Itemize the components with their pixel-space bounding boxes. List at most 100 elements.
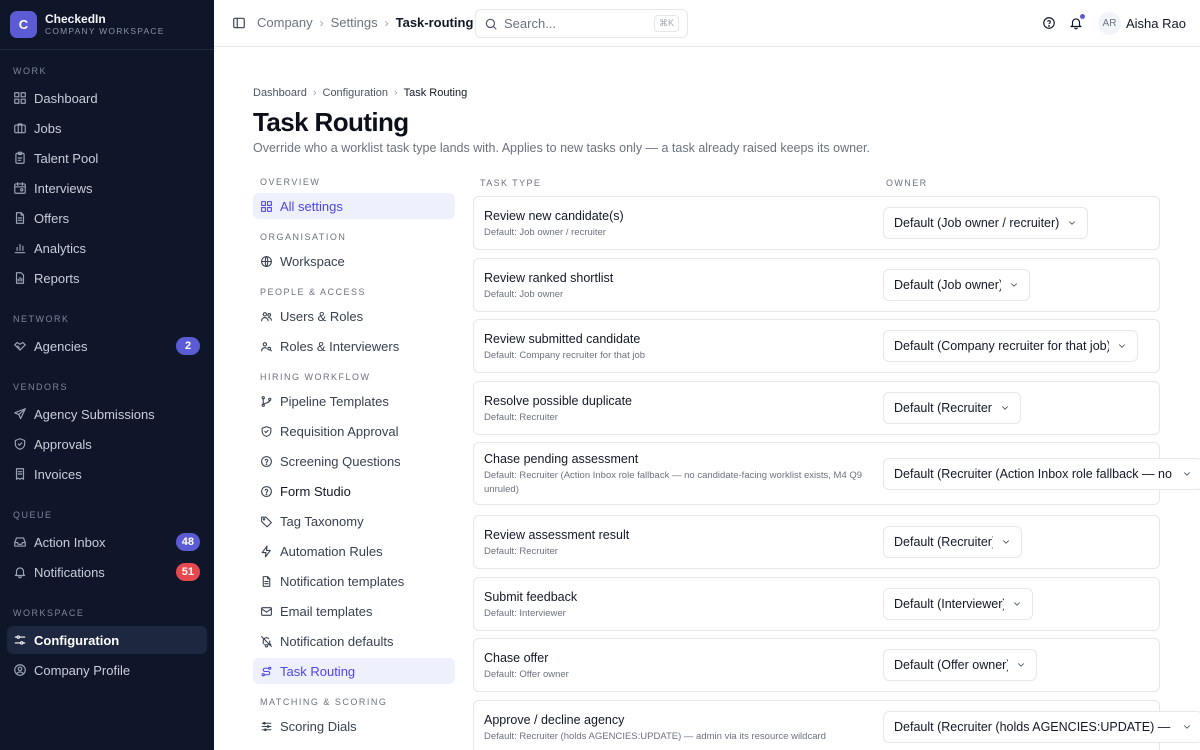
settings-item-automation-rules[interactable]: Automation Rules xyxy=(253,538,455,564)
sidebar-item-label: Approvals xyxy=(34,436,92,452)
sidebar-item-label: Interviews xyxy=(34,180,93,196)
sidebar-item-invoices[interactable]: Invoices xyxy=(7,460,207,488)
bolt-icon xyxy=(260,545,273,558)
branch-icon xyxy=(260,395,273,408)
task-type-title: Chase offer xyxy=(484,651,549,665)
settings-item-users-roles[interactable]: Users & Roles xyxy=(253,303,455,329)
routing-row-review-new-candidate-s: Review new candidate(s) Default: Job owne… xyxy=(473,196,1160,250)
topbar: Company › Settings › Task-routing Search… xyxy=(214,0,1200,47)
handshake-icon xyxy=(13,339,27,353)
settings-item-label: Roles & Interviewers xyxy=(280,338,400,354)
task-type-default: Default: Interviewer xyxy=(484,608,566,619)
help-circle-icon xyxy=(260,485,273,498)
settings-item-pipeline-templates[interactable]: Pipeline Templates xyxy=(253,388,455,414)
breadcrumb-current: Task-routing xyxy=(395,15,474,30)
sidebar-item-action-inbox[interactable]: Action Inbox 48 xyxy=(7,528,207,556)
chevron-down-icon xyxy=(1182,469,1192,479)
task-type-default: Default: Recruiter (holds AGENCIES:UPDAT… xyxy=(484,731,826,742)
tag-icon xyxy=(260,515,273,528)
settings-item-label: All settings xyxy=(280,198,343,214)
settings-item-workspace[interactable]: Workspace xyxy=(253,248,455,274)
settings-item-roles-interviewers[interactable]: Roles & Interviewers xyxy=(253,333,455,359)
calendar-icon xyxy=(13,181,27,195)
sidebar-item-agency-submissions[interactable]: Agency Submissions xyxy=(7,400,207,428)
report-icon xyxy=(13,271,27,285)
owner-select[interactable]: Default (Recruiter (holds AGENCIES:UPDAT… xyxy=(883,711,1200,743)
inbox-icon xyxy=(13,535,27,549)
sidebar-item-dashboard[interactable]: Dashboard xyxy=(7,84,207,112)
owner-select[interactable]: Default (Company recruiter for that job) xyxy=(883,330,1138,362)
routing-row-chase-pending-assessment: Chase pending assessment Default: Recruit… xyxy=(473,442,1200,505)
help-icon[interactable] xyxy=(1042,16,1056,30)
owner-select[interactable]: Default (Recruiter) xyxy=(883,526,1022,558)
task-type-default: Default: Offer owner xyxy=(484,669,569,680)
breadcrumb-dashboard[interactable]: Dashboard xyxy=(253,87,307,99)
avatar[interactable]: AR xyxy=(1098,12,1121,35)
sidebar-item-approvals[interactable]: Approvals xyxy=(7,430,207,458)
settings-item-task-routing[interactable]: Task Routing xyxy=(253,658,455,684)
settings-item-label: Scoring Dials xyxy=(280,718,357,734)
breadcrumb-configuration[interactable]: Configuration xyxy=(323,87,388,99)
user-name[interactable]: Aisha Rao xyxy=(1126,16,1186,31)
settings-item-all-settings[interactable]: All settings xyxy=(253,193,455,219)
sidebar-item-label: Configuration xyxy=(34,632,120,648)
search-input[interactable]: Search... ⌘K xyxy=(475,9,688,38)
search-placeholder: Search... xyxy=(504,16,557,31)
invoice-icon xyxy=(13,467,27,481)
settings-item-label: Pipeline Templates xyxy=(280,393,389,409)
sidebar-item-jobs[interactable]: Jobs xyxy=(7,114,207,142)
shield-check-icon xyxy=(13,437,27,451)
settings-item-requisition-approval[interactable]: Requisition Approval xyxy=(253,418,455,444)
sidebar-item-label: Company Profile xyxy=(34,662,131,678)
owner-select[interactable]: Default (Job owner) xyxy=(883,269,1030,301)
sidebar-item-talent-pool[interactable]: Talent Pool xyxy=(7,144,207,172)
breadcrumb-company[interactable]: Company xyxy=(257,15,313,30)
sidebar-item-agencies[interactable]: Agencies 2 xyxy=(7,332,207,360)
file-text-icon xyxy=(260,575,273,588)
settings-item-email-templates[interactable]: Email templates xyxy=(253,598,455,624)
sidebar-item-label: Jobs xyxy=(34,120,62,136)
settings-item-tag-taxonomy[interactable]: Tag Taxonomy xyxy=(253,508,455,534)
sidebar-item-interviews[interactable]: Interviews xyxy=(7,174,207,202)
route-icon xyxy=(260,665,273,678)
search-icon xyxy=(484,17,498,31)
sliders-icon xyxy=(13,633,27,647)
search-shortcut: ⌘K xyxy=(653,15,679,32)
sidebar-item-configuration[interactable]: Configuration xyxy=(7,626,207,654)
sidebar-item-notifications[interactable]: Notifications 51 xyxy=(7,558,207,586)
sidebar-item-label: Reports xyxy=(34,270,80,286)
sidebar-section-queue: QUEUE xyxy=(13,510,53,520)
dashboard-icon xyxy=(13,91,27,105)
mail-icon xyxy=(260,605,273,618)
user-key-icon xyxy=(260,340,273,353)
sidebar-toggle-icon[interactable] xyxy=(232,16,246,30)
breadcrumb-settings[interactable]: Settings xyxy=(331,15,378,30)
settings-item-label: Task Routing xyxy=(280,663,356,679)
settings-item-notification-defaults[interactable]: Notification defaults xyxy=(253,628,455,654)
settings-item-notification-templates[interactable]: Notification templates xyxy=(253,568,455,594)
routing-row-approve-decline-agency: Approve / decline agency Default: Recruit… xyxy=(473,700,1200,750)
chevron-down-icon xyxy=(1067,218,1077,228)
clipboard-icon xyxy=(13,151,27,165)
chevron-right-icon: › xyxy=(384,15,389,30)
settings-item-form-studio[interactable]: Form Studio xyxy=(253,478,455,504)
owner-select[interactable]: Default (Recruiter (Action Inbox role fa… xyxy=(883,458,1200,490)
owner-select[interactable]: Default (Interviewer) xyxy=(883,588,1033,620)
settings-item-scoring-dials[interactable]: Scoring Dials xyxy=(253,713,455,739)
sidebar: C CheckedIn COMPANY WORKSPACE WORK Dashbo… xyxy=(0,0,214,750)
brand[interactable]: C CheckedIn COMPANY WORKSPACE xyxy=(0,0,214,50)
topbar-breadcrumb: Company › Settings › Task-routing xyxy=(257,15,473,30)
sidebar-item-reports[interactable]: Reports xyxy=(7,264,207,292)
owner-select[interactable]: Default (Offer owner) xyxy=(883,649,1037,681)
document-icon xyxy=(13,211,27,225)
owner-select[interactable]: Default (Job owner / recruiter) xyxy=(883,207,1088,239)
owner-select[interactable]: Default (Recruiter) xyxy=(883,392,1021,424)
sidebar-item-company-profile[interactable]: Company Profile xyxy=(7,656,207,684)
sidebar-item-analytics[interactable]: Analytics xyxy=(7,234,207,262)
briefcase-icon xyxy=(13,121,27,135)
owner-select-value: Default (Job owner / recruiter) xyxy=(894,216,1059,230)
sidebar-item-offers[interactable]: Offers xyxy=(7,204,207,232)
settings-item-screening-questions[interactable]: Screening Questions xyxy=(253,448,455,474)
sidebar-item-label: Analytics xyxy=(34,240,87,256)
owner-select-value: Default (Job owner) xyxy=(894,278,1001,292)
